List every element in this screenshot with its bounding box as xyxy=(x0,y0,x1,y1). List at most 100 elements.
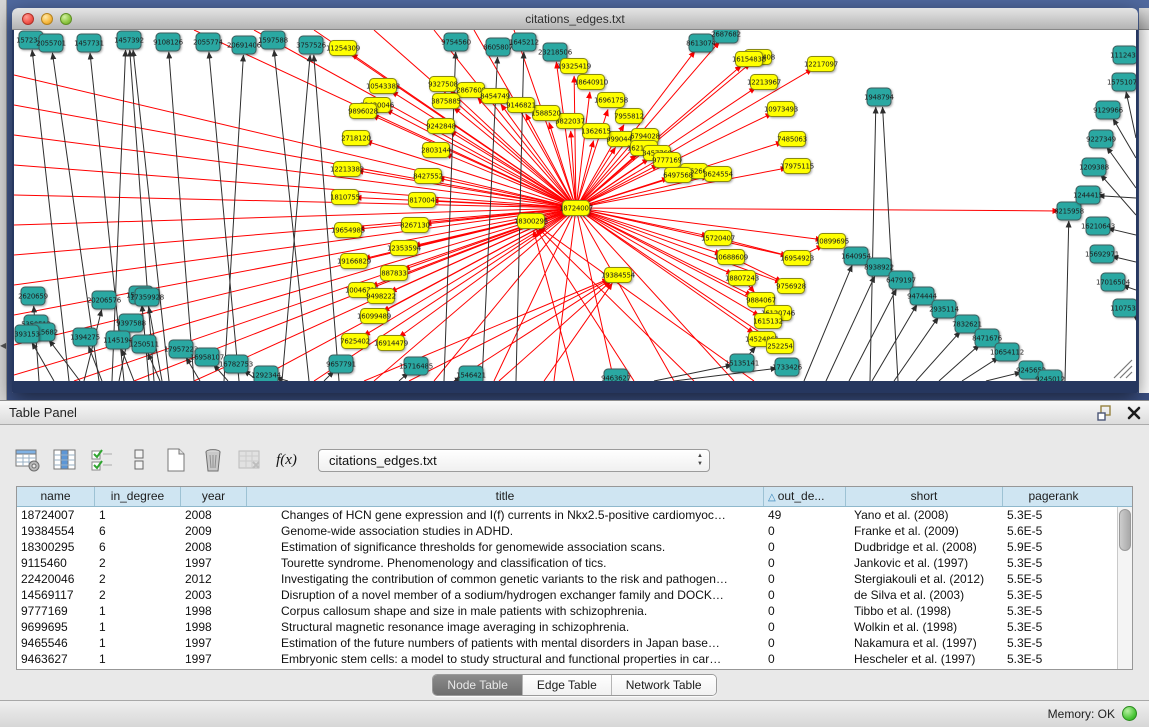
graph-node[interactable] xyxy=(232,36,256,54)
graph-node[interactable] xyxy=(518,214,545,229)
graph-node[interactable] xyxy=(561,59,588,74)
graph-node[interactable] xyxy=(730,354,754,372)
table-row[interactable]: 2242004622012Investigating the contribut… xyxy=(17,571,1132,587)
graph-node[interactable] xyxy=(77,34,101,52)
table-cell[interactable]: 0 xyxy=(764,539,846,555)
graph-node[interactable] xyxy=(334,162,361,177)
citation-edge-red[interactable] xyxy=(576,208,1059,211)
float-panel-icon[interactable] xyxy=(1097,405,1113,421)
graph-node[interactable] xyxy=(889,271,913,289)
citation-edge-black[interactable] xyxy=(894,317,938,381)
citation-edge-black[interactable] xyxy=(883,107,898,381)
graph-node[interactable] xyxy=(335,223,362,238)
column-header-year[interactable]: year xyxy=(181,487,247,506)
graph-node[interactable] xyxy=(370,79,397,94)
graph-node[interactable] xyxy=(605,268,632,283)
citation-network-graph[interactable]: 1572336205570114577311457392910812620557… xyxy=(14,30,1136,381)
table-cell[interactable]: 1 xyxy=(95,651,181,667)
table-cell[interactable]: 1997 xyxy=(181,635,247,651)
graph-node[interactable] xyxy=(736,52,763,67)
table-cell[interactable]: 1998 xyxy=(181,619,247,635)
graph-node[interactable] xyxy=(932,300,956,318)
table-cell[interactable]: Structural magnetic resonance image aver… xyxy=(247,619,764,635)
graph-node[interactable] xyxy=(578,75,605,90)
table-cell[interactable]: de Silva et al. (2003) xyxy=(846,587,1003,603)
table-cell[interactable]: 2 xyxy=(95,571,181,587)
table-cell[interactable]: 1 xyxy=(95,603,181,619)
table-cell[interactable]: Tourette syndrome. Phenomenology and cla… xyxy=(247,555,764,571)
graph-node[interactable] xyxy=(767,339,794,354)
table-cell[interactable]: Stergiakouli et al. (2012) xyxy=(846,571,1003,587)
citation-edge-black[interactable] xyxy=(849,289,896,381)
table-row[interactable]: 1872400712008Changes of HCN gene express… xyxy=(17,507,1132,523)
function-builder-button[interactable]: f(x) xyxy=(273,447,300,474)
graph-node[interactable] xyxy=(1090,245,1114,263)
graph-node[interactable] xyxy=(819,234,846,249)
graph-node[interactable] xyxy=(533,106,560,121)
table-cell[interactable]: 5.3E-5 xyxy=(1003,651,1104,667)
citation-edge-black[interactable] xyxy=(939,345,980,381)
graph-node[interactable] xyxy=(381,266,408,281)
table-cell[interactable]: 0 xyxy=(764,523,846,539)
graph-node[interactable] xyxy=(299,36,323,54)
table-cell[interactable]: 1997 xyxy=(181,651,247,667)
table-cell[interactable]: 18300295 xyxy=(17,539,95,555)
graph-node[interactable] xyxy=(428,119,455,134)
table-cell[interactable]: 1 xyxy=(95,507,181,523)
table-vertical-scrollbar[interactable] xyxy=(1117,507,1132,669)
table-cell[interactable]: 0 xyxy=(764,603,846,619)
resize-grip-icon[interactable] xyxy=(1126,372,1132,378)
citation-edge-black[interactable] xyxy=(870,107,876,381)
citation-edge-red[interactable] xyxy=(554,208,576,381)
graph-node[interactable] xyxy=(21,287,45,305)
graph-node[interactable] xyxy=(254,366,278,381)
graph-node[interactable] xyxy=(1113,299,1136,317)
graph-node[interactable] xyxy=(423,143,450,158)
graph-node[interactable] xyxy=(361,309,388,324)
table-cell[interactable]: 22420046 xyxy=(17,571,95,587)
table-selector-dropdown[interactable]: citations_edges.txt ▲▼ xyxy=(318,449,710,472)
table-panel-header[interactable]: Table Panel xyxy=(0,400,1149,425)
graph-node[interactable] xyxy=(705,167,732,182)
table-row[interactable]: 969969511998Structural magnetic resonanc… xyxy=(17,619,1132,635)
graph-node[interactable] xyxy=(508,98,535,113)
delete-table-button[interactable] xyxy=(199,447,226,474)
table-cell[interactable]: 5.3E-5 xyxy=(1003,603,1104,619)
select-all-button[interactable] xyxy=(88,447,115,474)
graph-node[interactable] xyxy=(557,114,584,129)
table-cell[interactable]: 5.5E-5 xyxy=(1003,571,1104,587)
background-window-sliver[interactable] xyxy=(1139,8,1149,393)
table-cell[interactable]: 6 xyxy=(95,523,181,539)
graph-node[interactable] xyxy=(135,288,159,306)
citation-edge-red[interactable] xyxy=(538,228,694,381)
column-header-in-degree[interactable]: in_degree xyxy=(95,487,181,506)
citation-edge-red[interactable] xyxy=(576,208,787,256)
graph-node[interactable] xyxy=(415,169,442,184)
column-header-name[interactable]: name xyxy=(17,487,95,506)
graph-node[interactable] xyxy=(867,88,891,106)
column-header-out-degree[interactable]: △out_de... xyxy=(764,487,846,506)
table-cell[interactable]: 0 xyxy=(764,555,846,571)
graph-node[interactable] xyxy=(714,30,738,43)
graph-node[interactable] xyxy=(117,31,141,49)
graph-node[interactable] xyxy=(458,83,485,98)
graph-node[interactable] xyxy=(1089,130,1113,148)
table-cell[interactable]: 5.3E-5 xyxy=(1003,507,1104,523)
table-cell[interactable]: 18724007 xyxy=(17,507,95,523)
graph-node[interactable] xyxy=(1057,202,1081,220)
graph-node[interactable] xyxy=(330,41,357,56)
table-cell[interactable]: 9777169 xyxy=(17,603,95,619)
graph-node[interactable] xyxy=(409,193,436,208)
panel-collapse-arrow-icon[interactable]: ◀ xyxy=(0,341,6,350)
table-cell[interactable]: 5.9E-5 xyxy=(1003,539,1104,555)
table-cell[interactable]: Nakamura et al. (1997) xyxy=(846,635,1003,651)
table-cell[interactable]: 0 xyxy=(764,635,846,651)
table-cell[interactable]: Corpus callosum shape and size in male p… xyxy=(247,603,764,619)
table-row[interactable]: 977716911998Corpus callosum shape and si… xyxy=(17,603,1132,619)
table-cell[interactable]: 5.3E-5 xyxy=(1003,587,1104,603)
citation-edge-black[interactable] xyxy=(674,368,777,381)
graph-node[interactable] xyxy=(768,102,795,117)
table-cell[interactable]: 5.6E-5 xyxy=(1003,523,1104,539)
table-cell[interactable]: Estimation of the future numbers of pati… xyxy=(247,635,764,651)
graph-node[interactable] xyxy=(482,89,509,104)
